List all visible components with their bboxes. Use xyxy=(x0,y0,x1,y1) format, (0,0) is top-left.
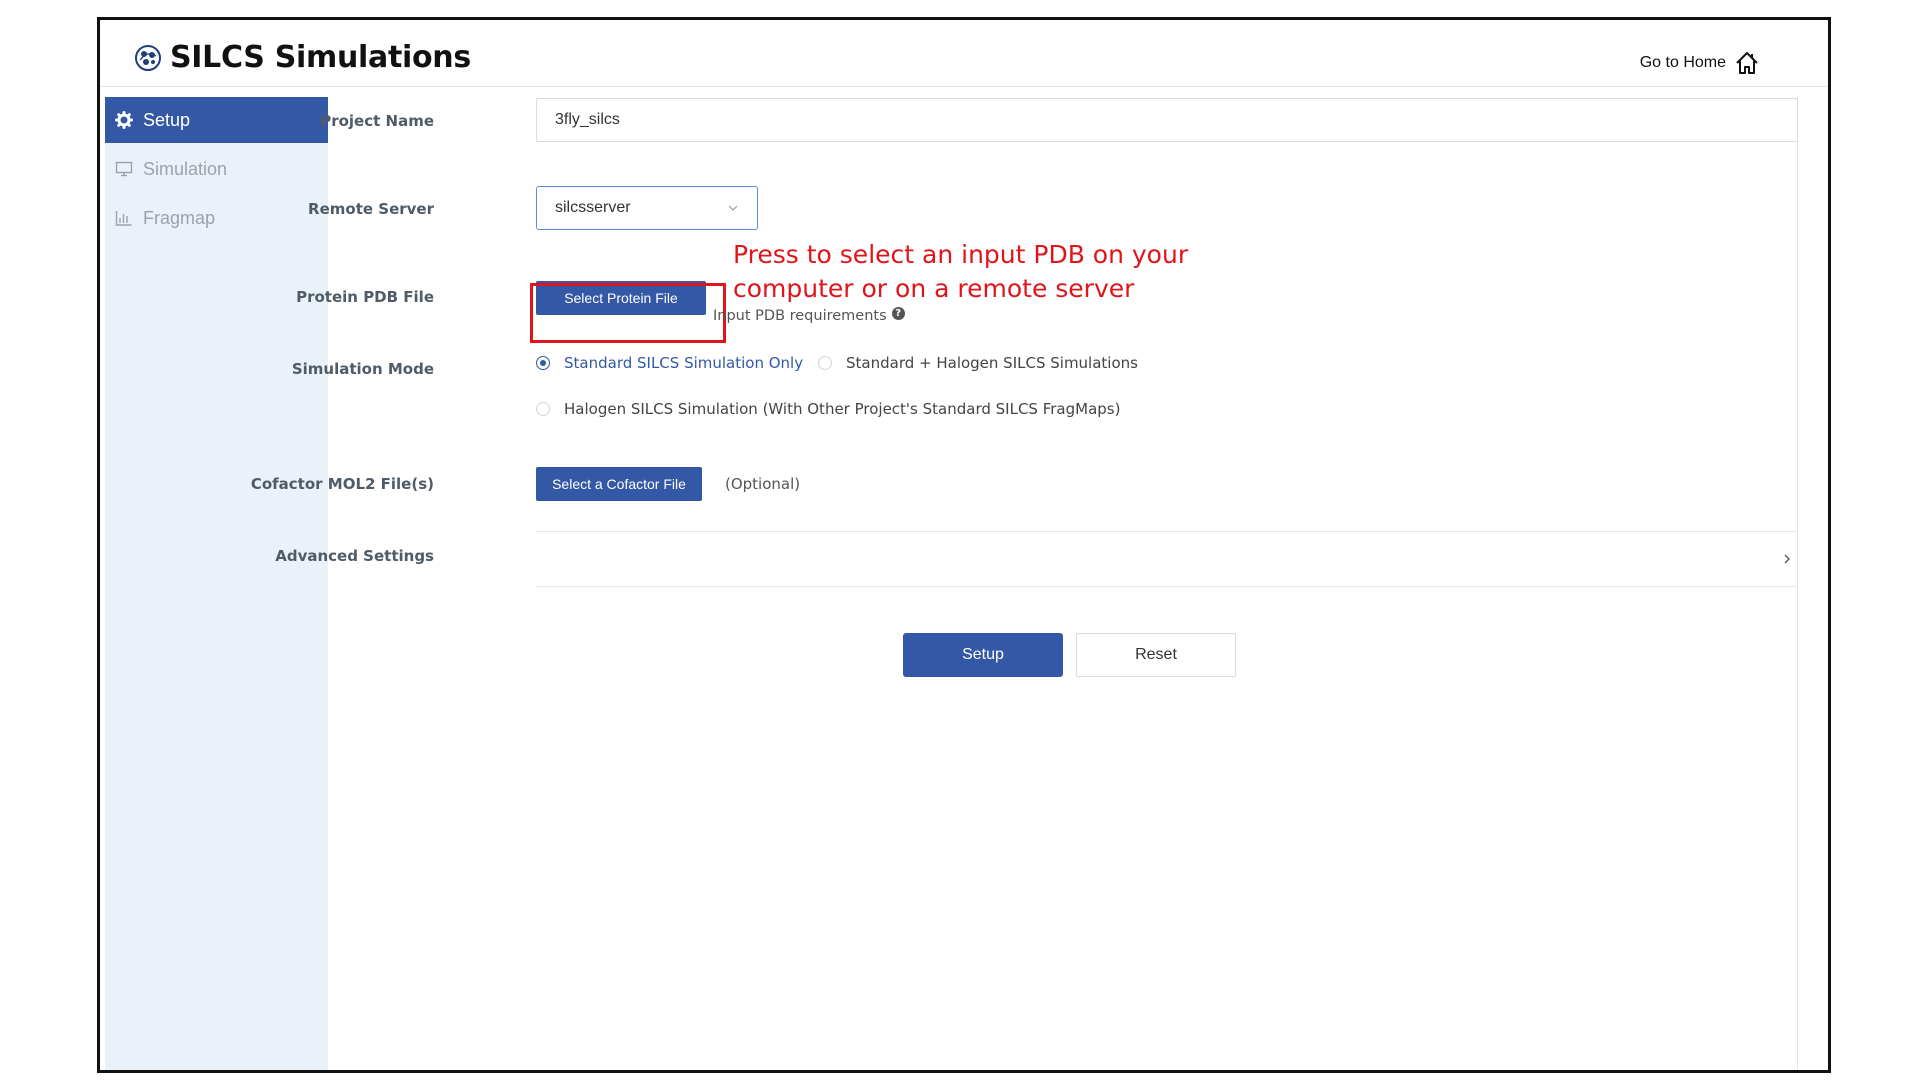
sidebar-item-fragmap[interactable]: Fragmap xyxy=(105,195,328,241)
sidebar-item-label: Setup xyxy=(143,109,191,130)
radio-dot xyxy=(818,356,832,370)
gear-icon xyxy=(115,111,133,129)
select-cofactor-file-button[interactable]: Select a Cofactor File xyxy=(536,467,702,501)
remote-server-select[interactable]: silcsserver xyxy=(536,186,758,230)
question-icon[interactable]: ? xyxy=(891,306,905,320)
sidebar: Setup Simulation Fragmap xyxy=(105,97,328,1070)
annotation-line-2: computer or on a remote server xyxy=(733,274,1135,303)
radio-halogen-only[interactable]: Halogen SILCS Simulation (With Other Pro… xyxy=(536,400,1120,418)
monitor-icon xyxy=(115,161,133,177)
advanced-settings-label[interactable]: Advanced Settings xyxy=(275,547,434,565)
app-title: SILCS Simulations xyxy=(170,40,471,75)
reset-button[interactable]: Reset xyxy=(1076,633,1236,677)
radio-label: Standard + Halogen SILCS Simulations xyxy=(846,354,1138,372)
radio-dot xyxy=(536,402,550,416)
setup-button[interactable]: Setup xyxy=(903,633,1063,677)
radio-standard-only[interactable]: Standard SILCS Simulation Only xyxy=(536,354,803,372)
sidebar-item-label: Simulation xyxy=(143,158,228,179)
sidebar-item-setup[interactable]: Setup xyxy=(105,97,328,143)
simulation-mode-label: Simulation Mode xyxy=(291,360,434,378)
advanced-divider-top xyxy=(536,531,1798,532)
home-icon xyxy=(1736,52,1758,74)
content-scroll-divider xyxy=(1797,97,1798,1070)
radio-label: Standard SILCS Simulation Only xyxy=(564,354,804,372)
annotation-line-1: Press to select an input PDB on your xyxy=(733,240,1189,269)
project-name-label: Project Name xyxy=(320,112,434,130)
sidebar-item-label: Fragmap xyxy=(143,207,216,228)
sidebar-item-simulation[interactable]: Simulation xyxy=(105,146,328,192)
radio-dot xyxy=(536,356,550,370)
pdb-requirements[interactable]: Input PDB requirements ? xyxy=(713,306,905,324)
app-header: SILCS Simulations Go to Home xyxy=(100,20,1828,87)
go-to-home-link[interactable]: Go to Home xyxy=(1640,50,1760,76)
radio-standard-halogen[interactable]: Standard + Halogen SILCS Simulations xyxy=(818,354,1138,372)
advanced-divider-bottom xyxy=(536,586,1798,587)
project-name-value: 3fly_silcs xyxy=(555,111,620,128)
remote-server-label: Remote Server xyxy=(308,200,434,218)
app-window: SILCS Simulations Go to Home Setup Simul… xyxy=(97,17,1831,1073)
go-to-home-label: Go to Home xyxy=(1639,54,1726,71)
cofactor-label: Cofactor MOL2 File(s) xyxy=(250,475,434,493)
remote-server-value: silcsserver xyxy=(555,199,631,216)
pdb-requirements-label: Input PDB requirements xyxy=(713,308,887,324)
annotation-callout: Press to select an input PDB on your com… xyxy=(733,238,1188,306)
cofactor-optional-note: (Optional) xyxy=(725,475,801,493)
radio-label: Halogen SILCS Simulation (With Other Pro… xyxy=(564,400,1121,418)
annotation-highlight-box xyxy=(530,283,726,343)
project-name-input[interactable]: 3fly_silcs xyxy=(536,98,1798,142)
protein-pdb-label: Protein PDB File xyxy=(296,288,434,306)
chevron-right-icon[interactable] xyxy=(1780,552,1794,566)
chevron-down-icon xyxy=(728,205,738,211)
bar-chart-icon xyxy=(115,211,132,226)
silcs-logo-icon xyxy=(135,45,161,71)
